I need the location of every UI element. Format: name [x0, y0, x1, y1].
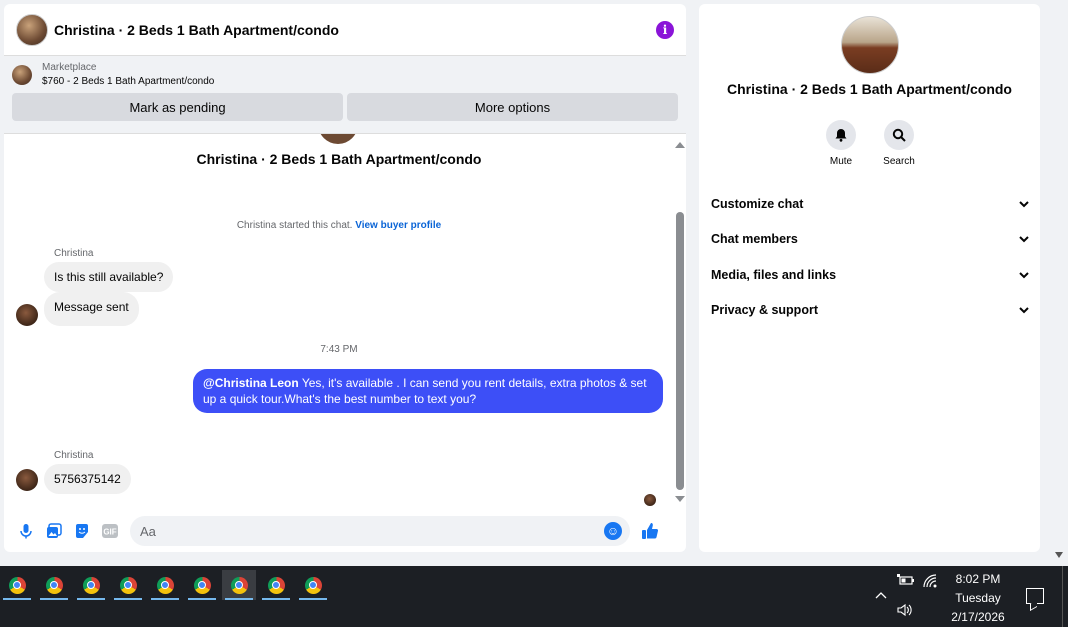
chrome-icon [156, 576, 174, 594]
thumbs-up-icon[interactable] [640, 521, 660, 541]
chrome-icon [230, 576, 248, 594]
chevron-down-icon [1019, 236, 1029, 243]
chevron-down-icon [1019, 201, 1029, 208]
menu-item-label: Chat members [711, 232, 798, 247]
sender-avatar[interactable] [16, 469, 38, 491]
chrome-icon [45, 576, 63, 594]
taskbar-app-chrome[interactable] [185, 570, 219, 600]
chrome-icon [8, 576, 26, 594]
scroll-thumb[interactable] [676, 212, 684, 490]
listing-thumbnail[interactable] [12, 64, 32, 85]
chrome-icon [267, 576, 285, 594]
listing-avatar[interactable] [841, 16, 899, 74]
more-options-button[interactable]: More options [347, 93, 678, 121]
chat-members-item[interactable]: Chat members [711, 222, 1031, 258]
notification-icon[interactable] [1026, 588, 1044, 604]
menu-item-label: Customize chat [711, 196, 804, 211]
incoming-message[interactable]: Is this still available? [44, 262, 174, 292]
details-menu: Customize chat Chat members Media, files… [711, 186, 1031, 328]
listing-title[interactable]: $760 - 2 Beds 1 Bath Apartment/condo [42, 76, 214, 87]
search-icon [884, 120, 914, 150]
message-input-placeholder: Aa [140, 523, 156, 539]
message-scrollbar[interactable] [674, 138, 686, 508]
taskbar-clock[interactable]: 8:02 PM Tuesday 2/17/2026 [945, 570, 1011, 627]
gif-label: GIF [103, 528, 116, 537]
message-input[interactable]: Aa ☺ [130, 516, 630, 546]
sender-name: Christina [54, 450, 94, 461]
media-files-links-item[interactable]: Media, files and links [711, 257, 1031, 293]
incoming-message[interactable]: 5756375142 [44, 464, 131, 494]
search-label: Search [883, 156, 915, 167]
chat-panel: Christina · 2 Beds 1 Bath Apartment/cond… [4, 4, 686, 552]
show-hidden-icons-icon[interactable] [875, 588, 887, 602]
chrome-icon [119, 576, 137, 594]
taskbar-app-chrome[interactable] [296, 570, 330, 600]
photo-icon[interactable] [44, 521, 64, 541]
view-buyer-profile-link[interactable]: View buyer profile [355, 220, 441, 231]
chat-started-text: Christina started this chat. [236, 220, 353, 231]
gif-icon[interactable]: GIF [100, 521, 120, 541]
volume-icon[interactable] [897, 603, 915, 620]
taskbar: 8:02 PM Tuesday 2/17/2026 [0, 566, 1068, 627]
customize-chat-item[interactable]: Customize chat [711, 186, 1031, 222]
mute-button[interactable]: Mute [823, 120, 859, 167]
thread-avatar [318, 134, 358, 144]
wifi-icon[interactable] [923, 574, 939, 591]
sender-name: Christina [54, 248, 94, 259]
marketplace-label: Marketplace [42, 62, 97, 73]
chat-avatar[interactable] [16, 13, 48, 46]
privacy-support-item[interactable]: Privacy & support [711, 293, 1031, 329]
outgoing-message[interactable]: @Christina Leon Yes, it's available . I … [193, 369, 663, 413]
clock-time: 8:02 PM [955, 572, 1001, 586]
conversation-title: Christina · 2 Beds 1 Bath Apartment/cond… [727, 81, 1012, 97]
message-list: Christina · 2 Beds 1 Bath Apartment/cond… [4, 134, 674, 508]
chat-title[interactable]: Christina · 2 Beds 1 Bath Apartment/cond… [54, 22, 339, 38]
chat-header: Christina · 2 Beds 1 Bath Apartment/cond… [4, 4, 686, 56]
clock-day: Tuesday [955, 591, 1001, 605]
taskbar-app-chrome-active[interactable] [222, 570, 256, 600]
mark-as-pending-button[interactable]: Mark as pending [12, 93, 343, 121]
sender-avatar[interactable] [16, 304, 38, 326]
search-button[interactable]: Search [881, 120, 917, 167]
show-desktop-divider[interactable] [1062, 566, 1063, 627]
marketplace-banner: Marketplace $760 - 2 Beds 1 Bath Apartme… [4, 56, 686, 134]
bell-icon [826, 120, 856, 150]
menu-item-label: Privacy & support [711, 303, 818, 318]
mention[interactable]: @Christina Leon [203, 376, 299, 390]
composer: GIF Aa ☺ [4, 514, 686, 548]
taskbar-app-chrome[interactable] [37, 570, 71, 600]
scroll-up-arrow[interactable] [675, 142, 685, 148]
chrome-icon [304, 576, 322, 594]
clock-date: 2/17/2026 [951, 610, 1005, 624]
chevron-down-icon [1019, 272, 1029, 279]
time-divider: 7:43 PM [320, 344, 358, 355]
microphone-icon[interactable] [16, 521, 36, 541]
battery-icon[interactable] [897, 574, 915, 589]
emoji-icon[interactable]: ☺ [604, 522, 622, 540]
scroll-down-arrow[interactable] [675, 496, 685, 502]
taskbar-app-chrome[interactable] [259, 570, 293, 600]
chat-started-notice: Christina started this chat. View buyer … [4, 220, 674, 231]
chrome-icon [193, 576, 211, 594]
taskbar-app-chrome[interactable] [111, 570, 145, 600]
menu-item-label: Media, files and links [711, 267, 837, 282]
page-scroll-down-arrow[interactable] [1055, 552, 1063, 558]
taskbar-app-chrome[interactable] [148, 570, 182, 600]
taskbar-app-chrome[interactable] [74, 570, 108, 600]
sticker-icon[interactable] [72, 521, 92, 541]
incoming-message[interactable]: Message sent [44, 292, 139, 326]
conversation-details-panel: Christina · 2 Beds 1 Bath Apartment/cond… [699, 4, 1040, 552]
chrome-icon [82, 576, 100, 594]
info-icon[interactable]: i [656, 20, 674, 39]
chevron-down-icon [1019, 307, 1029, 314]
thread-title: Christina · 2 Beds 1 Bath Apartment/cond… [196, 151, 482, 167]
mute-label: Mute [829, 156, 853, 167]
read-receipt-avatar [644, 494, 656, 506]
taskbar-app-chrome[interactable] [0, 570, 34, 600]
